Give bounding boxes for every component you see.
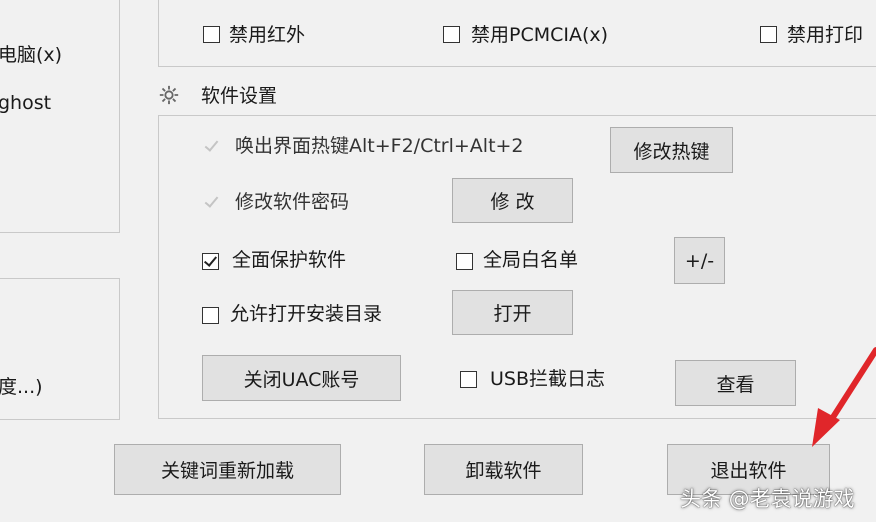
red-arrow-annotation <box>812 347 876 447</box>
watermark-text: 头条 @老袁说游戏 <box>680 487 855 511</box>
